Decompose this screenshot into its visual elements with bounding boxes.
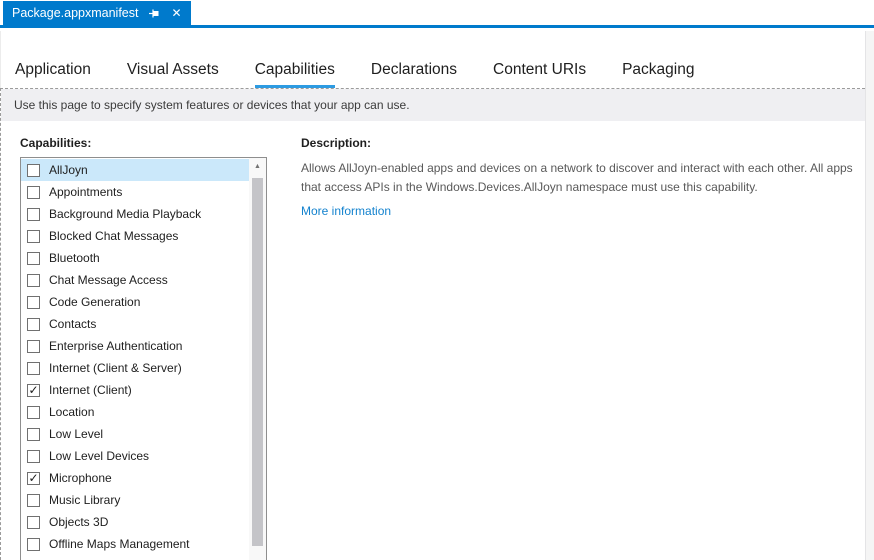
scrollbar-thumb[interactable] — [252, 178, 263, 546]
capability-label: Background Media Playback — [49, 207, 202, 221]
unchecked-checkbox[interactable] — [27, 361, 40, 375]
list-item-internet-client-server[interactable]: Internet (Client & Server) — [21, 357, 249, 379]
list-item-bluetooth[interactable]: Bluetooth — [21, 247, 249, 269]
scrollbar-up-arrow-icon[interactable]: ▲ — [249, 158, 266, 175]
document-tabstrip: Package.appxmanifest ✕ — [0, 0, 874, 28]
list-item-enterprise-authentication[interactable]: Enterprise Authentication — [21, 335, 249, 357]
document-tab-title: Package.appxmanifest — [12, 6, 139, 20]
capability-label: Chat Message Access — [49, 273, 168, 287]
list-item-appointments[interactable]: Appointments — [21, 181, 249, 203]
capability-label: Low Level Devices — [49, 449, 150, 463]
list-item-contacts[interactable]: Contacts — [21, 313, 249, 335]
capability-label: AllJoyn — [49, 163, 88, 177]
list-item-background-media-playback[interactable]: Background Media Playback — [21, 203, 249, 225]
page-body: Use this page to specify system features… — [0, 88, 865, 560]
unchecked-checkbox[interactable] — [27, 449, 40, 463]
unchecked-checkbox[interactable] — [27, 515, 40, 529]
nav-tabs: Application Visual Assets Capabilities Decl… — [0, 31, 865, 88]
list-item-microphone[interactable]: ✓ Microphone — [21, 467, 249, 489]
main-content: Capabilities: AllJoyn Appointments Backgro… — [1, 121, 865, 560]
list-item-objects-3d[interactable]: Objects 3D — [21, 511, 249, 533]
unchecked-checkbox[interactable] — [27, 427, 40, 441]
unchecked-checkbox[interactable] — [27, 207, 40, 221]
tab-declarations[interactable]: Declarations — [371, 61, 457, 88]
capability-label: Internet (Client) — [49, 383, 132, 397]
list-item-offline-maps-management[interactable]: Offline Maps Management — [21, 533, 249, 555]
manifest-designer-page: Application Visual Assets Capabilities Decl… — [0, 31, 865, 560]
list-item-code-generation[interactable]: Code Generation — [21, 291, 249, 313]
list-scrollbar[interactable]: ▲ — [249, 158, 266, 560]
unchecked-checkbox[interactable] — [27, 317, 40, 331]
description-panel: Description: Allows AllJoyn-enabled apps… — [301, 136, 857, 220]
unchecked-checkbox[interactable] — [27, 339, 40, 353]
capabilities-rows: AllJoyn Appointments Background Media Play… — [21, 159, 249, 555]
checked-checkbox[interactable]: ✓ — [27, 471, 40, 485]
capability-label: Objects 3D — [49, 515, 109, 529]
capability-label: Internet (Client & Server) — [49, 361, 182, 375]
capability-label: Music Library — [49, 493, 121, 507]
capability-label: Offline Maps Management — [49, 537, 190, 551]
unchecked-checkbox[interactable] — [27, 405, 40, 419]
capability-label: Appointments — [49, 185, 123, 199]
capability-label: Location — [49, 405, 95, 419]
tab-packaging[interactable]: Packaging — [622, 61, 694, 88]
pin-icon[interactable] — [148, 7, 161, 20]
capabilities-list[interactable]: AllJoyn Appointments Background Media Play… — [20, 157, 267, 560]
tab-content-uris[interactable]: Content URIs — [493, 61, 586, 88]
capability-label: Code Generation — [49, 295, 141, 309]
list-item-internet-client[interactable]: ✓ Internet (Client) — [21, 379, 249, 401]
info-bar-text: Use this page to specify system features… — [14, 98, 410, 112]
description-text: Allows AllJoyn-enabled apps and devices … — [301, 161, 853, 194]
unchecked-checkbox[interactable] — [27, 273, 40, 287]
tab-visual-assets[interactable]: Visual Assets — [127, 61, 219, 88]
list-item-location[interactable]: Location — [21, 401, 249, 423]
list-item-low-level-devices[interactable]: Low Level Devices — [21, 445, 249, 467]
unchecked-checkbox[interactable] — [27, 537, 40, 551]
capability-label: Microphone — [49, 471, 112, 485]
unchecked-checkbox[interactable] — [27, 229, 40, 243]
capability-label: Enterprise Authentication — [49, 339, 183, 353]
unchecked-checkbox[interactable] — [27, 493, 40, 507]
list-item-alljoyn[interactable]: AllJoyn — [21, 159, 249, 181]
tab-capabilities[interactable]: Capabilities — [254, 61, 335, 88]
capability-label: Low Level — [49, 427, 104, 441]
capability-label: Blocked Chat Messages — [49, 229, 179, 243]
checked-checkbox[interactable]: ✓ — [27, 383, 40, 397]
list-item-chat-message-access[interactable]: Chat Message Access — [21, 269, 249, 291]
tab-application[interactable]: Application — [15, 61, 91, 88]
list-item-blocked-chat-messages[interactable]: Blocked Chat Messages — [21, 225, 249, 247]
document-tab[interactable]: Package.appxmanifest ✕ — [3, 1, 191, 25]
capability-label: Bluetooth — [49, 251, 100, 265]
list-item-low-level[interactable]: Low Level — [21, 423, 249, 445]
capabilities-label: Capabilities: — [20, 136, 92, 150]
close-icon[interactable]: ✕ — [171, 7, 181, 19]
list-item-music-library[interactable]: Music Library — [21, 489, 249, 511]
more-information-link[interactable]: More information — [301, 204, 391, 218]
unchecked-checkbox[interactable] — [27, 185, 40, 199]
capability-label: Contacts — [49, 317, 97, 331]
description-label: Description: — [301, 136, 372, 150]
info-bar: Use this page to specify system features… — [1, 89, 865, 121]
unchecked-checkbox[interactable] — [27, 163, 40, 177]
editor-right-gutter — [865, 31, 874, 560]
unchecked-checkbox[interactable] — [27, 251, 40, 265]
unchecked-checkbox[interactable] — [27, 295, 40, 309]
